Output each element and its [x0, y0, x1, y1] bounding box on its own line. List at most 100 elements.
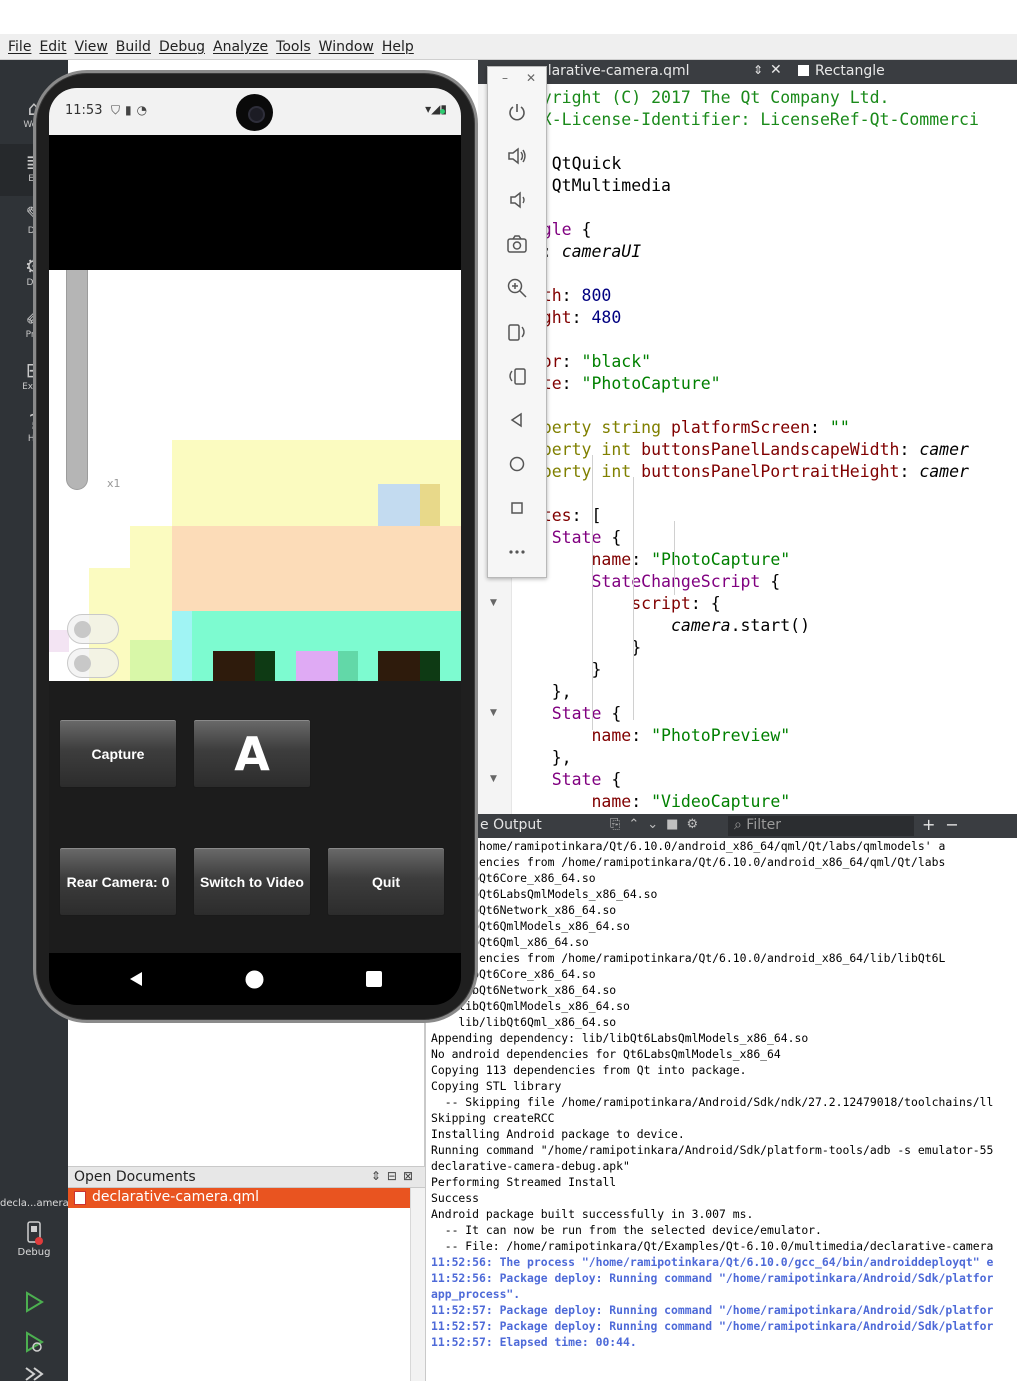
close-tab-icon[interactable]: ✕ [770, 62, 782, 78]
fold-marker-icon[interactable]: ▼ [490, 774, 497, 784]
code-line: name: "PhotoCapture" [512, 549, 1017, 571]
close-icon[interactable]: ✕ [526, 71, 536, 85]
volume-up-button[interactable] [504, 143, 530, 169]
tab-switch-icon[interactable]: ⇕ [753, 63, 763, 77]
menu-window[interactable]: Window [319, 39, 374, 55]
back-button[interactable] [504, 407, 530, 433]
rotate-left-button[interactable] [504, 319, 530, 345]
code-token: : [561, 352, 582, 371]
hdr-toggle[interactable] [67, 648, 119, 678]
output-line: declarative-camera-debug.apk" [431, 1159, 630, 1173]
output-line: Android package built successfully in 3.… [431, 1207, 754, 1221]
code-token: script [631, 594, 691, 613]
minimize-icon[interactable]: – [502, 71, 508, 85]
capture-button[interactable]: Capture [59, 719, 177, 788]
open-document-item[interactable]: declarative-camera.qml [68, 1188, 410, 1208]
nav-home-icon[interactable] [245, 970, 264, 989]
output-line: 11:52:56: The process "/home/ramipotinka… [431, 1255, 994, 1269]
output-filter-input[interactable]: ⌕ Filter [728, 816, 914, 836]
code-token: : [631, 792, 652, 811]
camera-viewfinder[interactable]: x1 [49, 270, 461, 681]
menu-tools[interactable]: Tools [276, 39, 311, 55]
output-toolbar[interactable]: ⎘⌃⌄■⚙ [610, 817, 706, 832]
code-token: }, [512, 748, 572, 767]
rotate-right-button[interactable] [504, 363, 530, 389]
code-token: name [591, 550, 632, 569]
viewfinder-letterbox [49, 135, 461, 270]
code-token: : [561, 374, 582, 393]
debug-run-icon[interactable] [22, 1330, 46, 1354]
build-icon[interactable] [22, 1366, 46, 1381]
status-time: 11:53 [65, 103, 103, 118]
code-line: } [512, 659, 1017, 681]
code-token: int [601, 462, 642, 481]
menu-help[interactable]: Help [382, 39, 414, 55]
build-target-label: Debug [17, 1247, 51, 1258]
rear-camera-button[interactable]: Rear Camera: 0 [59, 847, 177, 916]
code-token: camer [919, 440, 969, 459]
code-editor[interactable]: Copyright (C) 2017 The Qt Company Ltd. SP… [512, 87, 1017, 814]
build-target-selector[interactable]: Debug [0, 1218, 68, 1268]
test-pattern-block [130, 640, 172, 681]
run-icon[interactable] [22, 1290, 46, 1314]
output-line: Success [431, 1191, 480, 1205]
code-token: : [899, 462, 920, 481]
volume-down-button[interactable] [504, 187, 530, 213]
nav-back-icon[interactable] [127, 970, 145, 988]
output-add-remove-buttons[interactable]: +− [922, 815, 969, 834]
code-token: : [571, 308, 592, 327]
menu-build[interactable]: Build [116, 39, 151, 55]
open-documents-header: Open Documents ⇕⊟⊠ [68, 1166, 425, 1188]
code-token: State [551, 704, 602, 723]
fold-marker-icon[interactable]: ▼ [490, 708, 497, 718]
test-pattern-block [420, 651, 440, 681]
screenshot-button[interactable] [504, 231, 530, 257]
nav-overview-icon[interactable] [366, 971, 382, 987]
zoom-button[interactable] [504, 275, 530, 301]
code-token: : [631, 550, 652, 569]
menu-debug[interactable]: Debug [159, 39, 205, 55]
code-token: Copyright (C) 2017 The Qt Company Ltd. [512, 88, 890, 107]
quit-button[interactable]: Quit [327, 847, 445, 916]
switch-to-video-button[interactable]: Switch to Video [193, 847, 311, 916]
power-button[interactable] [504, 99, 530, 125]
overview-button[interactable] [504, 495, 530, 521]
output-line: Installing Android package to device. [431, 1127, 685, 1141]
power-icon [509, 104, 525, 121]
menu-edit[interactable]: Edit [39, 39, 66, 55]
home-circle-icon [509, 456, 525, 472]
open-document-label: declarative-camera.qml [92, 1189, 260, 1205]
kit-selector-label[interactable]: decla...amera [0, 1198, 69, 1209]
editor-tab-bar: clarative-camera.qml ⇕ ✕ Rectangle [478, 60, 1017, 84]
more-button[interactable] [504, 539, 530, 565]
code-token: } [512, 638, 642, 657]
test-pattern-block [378, 484, 420, 526]
auto-mode-button[interactable]: A [193, 719, 311, 788]
symbol-selector[interactable]: Rectangle [798, 63, 885, 79]
indent-guide [592, 455, 593, 730]
menu-view[interactable]: View [75, 39, 108, 55]
test-pattern-block [172, 611, 192, 681]
open-documents-controls[interactable]: ⇕⊟⊠ [371, 1169, 419, 1183]
menu-bar: File Edit View Build Debug Analyze Tools Window… [0, 34, 1017, 60]
fold-marker-icon[interactable]: ▼ [490, 598, 497, 608]
output-line: lib/libQt6Network_x86_64.so [431, 983, 617, 997]
test-pattern-block [378, 651, 420, 681]
code-line: }, [512, 681, 1017, 703]
menu-file[interactable]: File [8, 39, 31, 55]
zoom-slider[interactable] [66, 270, 88, 490]
emulator-toolbar: – ✕ [487, 66, 547, 578]
compile-output-log[interactable]: ding '/home/ramipotinkara/Qt/6.10.0/andr… [425, 838, 1017, 1381]
open-documents-title: Open Documents [74, 1169, 196, 1185]
flash-toggle[interactable] [67, 614, 119, 644]
file-tab[interactable]: clarative-camera.qml [540, 63, 690, 79]
open-documents-scrollbar[interactable] [410, 1188, 425, 1381]
output-line: 11:52:57: Package deploy: Running comman… [431, 1319, 994, 1333]
home-button[interactable] [504, 451, 530, 477]
code-line: ort QtMultimedia [512, 175, 1017, 197]
menu-analyze[interactable]: Analyze [213, 39, 268, 55]
